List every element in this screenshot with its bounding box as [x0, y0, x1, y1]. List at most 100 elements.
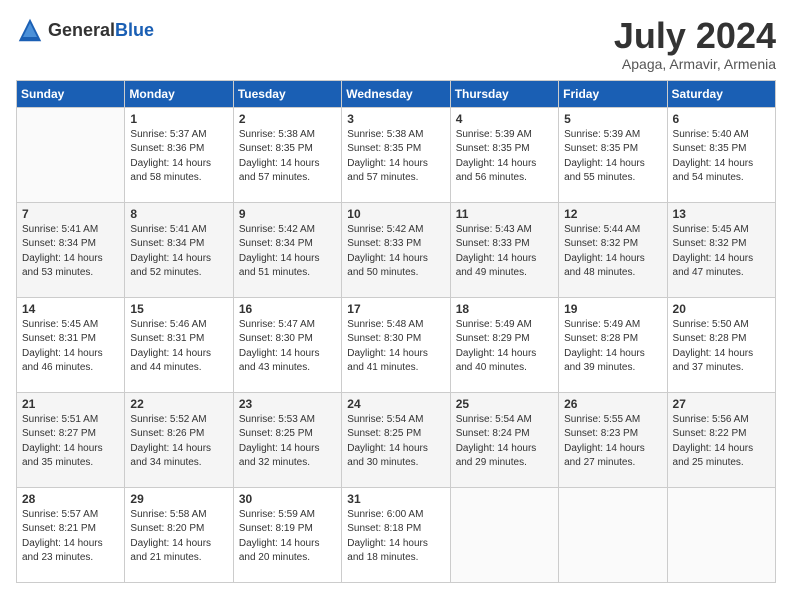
day-number: 30	[239, 492, 336, 506]
calendar-day-cell: 11 Sunrise: 5:43 AM Sunset: 8:33 PM Dayl…	[450, 202, 558, 297]
daylight-text: Daylight: 14 hours and 23 minutes.	[22, 538, 103, 564]
daylight-text: Daylight: 14 hours and 30 minutes.	[347, 443, 428, 469]
weekday-header-row: SundayMondayTuesdayWednesdayThursdayFrid…	[17, 80, 776, 107]
calendar-day-cell	[667, 487, 775, 582]
daylight-text: Daylight: 14 hours and 25 minutes.	[673, 443, 754, 469]
day-info: Sunrise: 5:56 AM Sunset: 8:22 PM Dayligh…	[673, 413, 770, 471]
calendar-day-cell: 27 Sunrise: 5:56 AM Sunset: 8:22 PM Dayl…	[667, 392, 775, 487]
day-info: Sunrise: 5:52 AM Sunset: 8:26 PM Dayligh…	[130, 413, 227, 471]
sunset-text: Sunset: 8:35 PM	[564, 143, 638, 154]
sunset-text: Sunset: 8:32 PM	[564, 238, 638, 249]
sunrise-text: Sunrise: 5:55 AM	[564, 414, 640, 425]
day-info: Sunrise: 5:54 AM Sunset: 8:24 PM Dayligh…	[456, 413, 553, 471]
location-title: Apaga, Armavir, Armenia	[614, 56, 776, 72]
sunset-text: Sunset: 8:30 PM	[347, 333, 421, 344]
daylight-text: Daylight: 14 hours and 50 minutes.	[347, 253, 428, 279]
weekday-header: Thursday	[450, 80, 558, 107]
daylight-text: Daylight: 14 hours and 57 minutes.	[347, 158, 428, 184]
weekday-header: Sunday	[17, 80, 125, 107]
day-number: 5	[564, 112, 661, 126]
day-info: Sunrise: 5:43 AM Sunset: 8:33 PM Dayligh…	[456, 223, 553, 281]
calendar-day-cell: 22 Sunrise: 5:52 AM Sunset: 8:26 PM Dayl…	[125, 392, 233, 487]
calendar-day-cell: 12 Sunrise: 5:44 AM Sunset: 8:32 PM Dayl…	[559, 202, 667, 297]
sunset-text: Sunset: 8:27 PM	[22, 428, 96, 439]
calendar-day-cell: 10 Sunrise: 5:42 AM Sunset: 8:33 PM Dayl…	[342, 202, 450, 297]
calendar-day-cell: 2 Sunrise: 5:38 AM Sunset: 8:35 PM Dayli…	[233, 107, 341, 202]
sunset-text: Sunset: 8:33 PM	[347, 238, 421, 249]
day-number: 12	[564, 207, 661, 221]
day-info: Sunrise: 5:37 AM Sunset: 8:36 PM Dayligh…	[130, 128, 227, 186]
day-number: 16	[239, 302, 336, 316]
day-number: 18	[456, 302, 553, 316]
daylight-text: Daylight: 14 hours and 37 minutes.	[673, 348, 754, 374]
calendar-day-cell: 15 Sunrise: 5:46 AM Sunset: 8:31 PM Dayl…	[125, 297, 233, 392]
daylight-text: Daylight: 14 hours and 18 minutes.	[347, 538, 428, 564]
day-info: Sunrise: 5:47 AM Sunset: 8:30 PM Dayligh…	[239, 318, 336, 376]
sunrise-text: Sunrise: 5:38 AM	[347, 129, 423, 140]
sunrise-text: Sunrise: 5:45 AM	[673, 224, 749, 235]
calendar-day-cell: 29 Sunrise: 5:58 AM Sunset: 8:20 PM Dayl…	[125, 487, 233, 582]
day-info: Sunrise: 5:59 AM Sunset: 8:19 PM Dayligh…	[239, 508, 336, 566]
sunrise-text: Sunrise: 5:47 AM	[239, 319, 315, 330]
sunset-text: Sunset: 8:24 PM	[456, 428, 530, 439]
daylight-text: Daylight: 14 hours and 57 minutes.	[239, 158, 320, 184]
sunset-text: Sunset: 8:36 PM	[130, 143, 204, 154]
sunrise-text: Sunrise: 5:38 AM	[239, 129, 315, 140]
calendar-day-cell: 18 Sunrise: 5:49 AM Sunset: 8:29 PM Dayl…	[450, 297, 558, 392]
weekday-header: Saturday	[667, 80, 775, 107]
day-info: Sunrise: 5:45 AM Sunset: 8:31 PM Dayligh…	[22, 318, 119, 376]
sunrise-text: Sunrise: 5:51 AM	[22, 414, 98, 425]
calendar-day-cell: 6 Sunrise: 5:40 AM Sunset: 8:35 PM Dayli…	[667, 107, 775, 202]
sunset-text: Sunset: 8:28 PM	[673, 333, 747, 344]
weekday-header: Wednesday	[342, 80, 450, 107]
calendar-day-cell: 14 Sunrise: 5:45 AM Sunset: 8:31 PM Dayl…	[17, 297, 125, 392]
logo-general: General	[48, 20, 115, 40]
day-info: Sunrise: 5:48 AM Sunset: 8:30 PM Dayligh…	[347, 318, 444, 376]
sunrise-text: Sunrise: 5:42 AM	[239, 224, 315, 235]
sunrise-text: Sunrise: 5:59 AM	[239, 509, 315, 520]
day-info: Sunrise: 5:42 AM Sunset: 8:34 PM Dayligh…	[239, 223, 336, 281]
daylight-text: Daylight: 14 hours and 20 minutes.	[239, 538, 320, 564]
sunrise-text: Sunrise: 5:58 AM	[130, 509, 206, 520]
daylight-text: Daylight: 14 hours and 39 minutes.	[564, 348, 645, 374]
sunset-text: Sunset: 8:29 PM	[456, 333, 530, 344]
day-number: 7	[22, 207, 119, 221]
sunset-text: Sunset: 8:31 PM	[130, 333, 204, 344]
sunset-text: Sunset: 8:35 PM	[673, 143, 747, 154]
day-info: Sunrise: 5:39 AM Sunset: 8:35 PM Dayligh…	[564, 128, 661, 186]
day-number: 28	[22, 492, 119, 506]
sunset-text: Sunset: 8:35 PM	[456, 143, 530, 154]
calendar-day-cell: 16 Sunrise: 5:47 AM Sunset: 8:30 PM Dayl…	[233, 297, 341, 392]
calendar-day-cell: 26 Sunrise: 5:55 AM Sunset: 8:23 PM Dayl…	[559, 392, 667, 487]
day-number: 19	[564, 302, 661, 316]
day-info: Sunrise: 5:57 AM Sunset: 8:21 PM Dayligh…	[22, 508, 119, 566]
sunrise-text: Sunrise: 5:56 AM	[673, 414, 749, 425]
day-number: 10	[347, 207, 444, 221]
day-number: 8	[130, 207, 227, 221]
calendar-day-cell: 28 Sunrise: 5:57 AM Sunset: 8:21 PM Dayl…	[17, 487, 125, 582]
day-info: Sunrise: 5:39 AM Sunset: 8:35 PM Dayligh…	[456, 128, 553, 186]
calendar-week-row: 1 Sunrise: 5:37 AM Sunset: 8:36 PM Dayli…	[17, 107, 776, 202]
sunrise-text: Sunrise: 5:46 AM	[130, 319, 206, 330]
calendar-day-cell: 23 Sunrise: 5:53 AM Sunset: 8:25 PM Dayl…	[233, 392, 341, 487]
sunrise-text: Sunrise: 5:49 AM	[564, 319, 640, 330]
day-info: Sunrise: 5:40 AM Sunset: 8:35 PM Dayligh…	[673, 128, 770, 186]
day-info: Sunrise: 5:44 AM Sunset: 8:32 PM Dayligh…	[564, 223, 661, 281]
day-info: Sunrise: 5:49 AM Sunset: 8:29 PM Dayligh…	[456, 318, 553, 376]
calendar-day-cell	[559, 487, 667, 582]
day-number: 31	[347, 492, 444, 506]
logo: GeneralBlue	[16, 16, 154, 44]
calendar-day-cell: 19 Sunrise: 5:49 AM Sunset: 8:28 PM Dayl…	[559, 297, 667, 392]
day-number: 25	[456, 397, 553, 411]
calendar-day-cell: 5 Sunrise: 5:39 AM Sunset: 8:35 PM Dayli…	[559, 107, 667, 202]
daylight-text: Daylight: 14 hours and 46 minutes.	[22, 348, 103, 374]
day-number: 20	[673, 302, 770, 316]
day-info: Sunrise: 5:50 AM Sunset: 8:28 PM Dayligh…	[673, 318, 770, 376]
day-number: 4	[456, 112, 553, 126]
calendar-day-cell: 17 Sunrise: 5:48 AM Sunset: 8:30 PM Dayl…	[342, 297, 450, 392]
weekday-header: Monday	[125, 80, 233, 107]
sunset-text: Sunset: 8:32 PM	[673, 238, 747, 249]
day-number: 22	[130, 397, 227, 411]
calendar-day-cell: 13 Sunrise: 5:45 AM Sunset: 8:32 PM Dayl…	[667, 202, 775, 297]
sunrise-text: Sunrise: 5:54 AM	[456, 414, 532, 425]
